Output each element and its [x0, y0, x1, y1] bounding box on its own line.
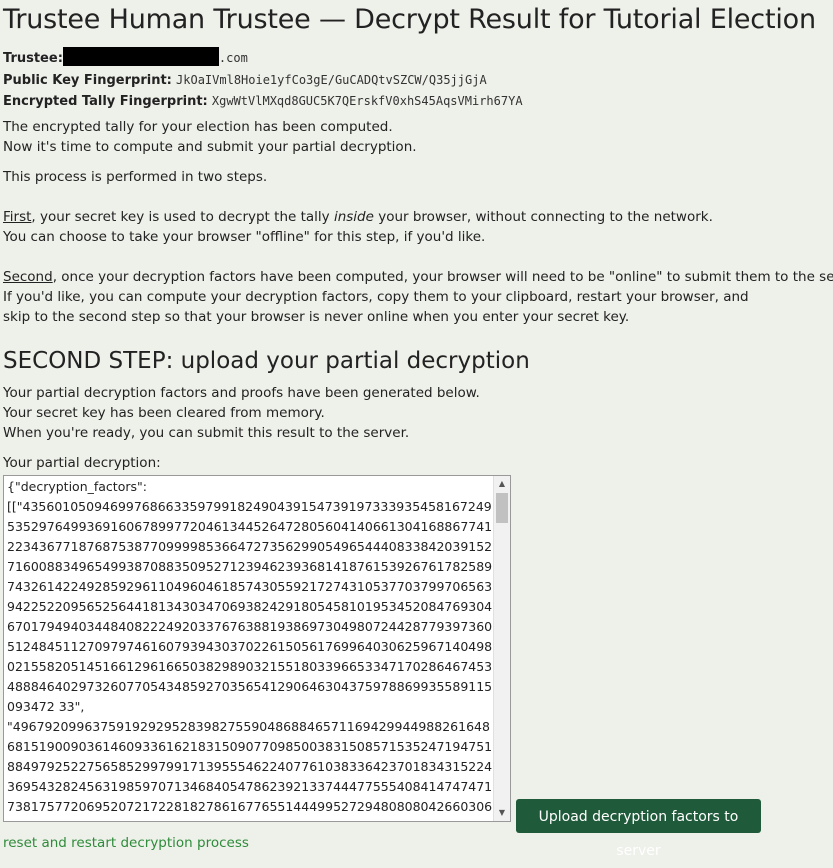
first-word: First: [3, 209, 32, 225]
first-emphasis: inside: [333, 209, 374, 225]
scroll-up-icon[interactable]: ▲: [494, 476, 510, 492]
reset-link[interactable]: reset and restart decryption process: [3, 833, 249, 853]
step2-line-3: When you're ready, you can submit this r…: [3, 425, 410, 441]
second-word: Second: [3, 269, 53, 285]
second-step-line: Second, once your decryption factors hav…: [3, 267, 833, 287]
first-text-b: your browser, without connecting to the …: [373, 209, 713, 225]
partial-decryption-label: Your partial decryption:: [3, 455, 161, 471]
scroll-down-icon[interactable]: ▼: [494, 805, 510, 821]
intro-line-2: Now it's time to compute and submit your…: [3, 139, 417, 155]
redacted-email: [62, 47, 219, 66]
pk-fingerprint-value: JkOaIVml8Hoie1yfCo3gE/GuCADQtvSZCW/Q35jj…: [176, 72, 487, 87]
partial-decryption-text: {"decryption_factors": [["43560105094699…: [7, 479, 493, 821]
intro-line-3: This process is performed in two steps.: [3, 169, 268, 185]
first-step-line-2: You can choose to take your browser "off…: [3, 229, 486, 245]
second-step-line-2: If you'd like, you can compute your decr…: [3, 289, 749, 305]
tally-fingerprint-label: Encrypted Tally Fingerprint:: [3, 94, 208, 109]
trustee-info: Trustee: .com Public Key Fingerprint: JkO…: [3, 47, 523, 113]
textarea-scrollbar[interactable]: ▲ ▼: [493, 476, 510, 821]
trustee-email-suffix: .com: [218, 51, 248, 65]
partial-decryption-textarea[interactable]: {"decryption_factors": [["43560105094699…: [3, 475, 511, 822]
tally-fingerprint-row: Encrypted Tally Fingerprint: XgwWtVlMXqd…: [3, 91, 523, 113]
page-title: Trustee Human Trustee — Decrypt Result f…: [3, 4, 816, 35]
step2-line-2: Your secret key has been cleared from me…: [3, 405, 325, 421]
step2-line-1: Your partial decryption factors and proo…: [3, 385, 480, 401]
second-step-line-3: skip to the second step so that your bro…: [3, 309, 630, 325]
second-step-heading: SECOND STEP: upload your partial decrypt…: [3, 348, 530, 374]
upload-button[interactable]: Upload decryption factors to server: [516, 799, 761, 859]
scrollbar-thumb[interactable]: [496, 493, 508, 523]
second-text-a: , once your decryption factors have been…: [52, 269, 833, 285]
trustee-label: Trustee:: [3, 51, 63, 66]
trustee-row: Trustee: .com: [3, 47, 523, 70]
pk-fingerprint-row: Public Key Fingerprint: JkOaIVml8Hoie1yf…: [3, 70, 523, 92]
first-step-line: First, your secret key is used to decryp…: [3, 207, 713, 227]
intro-line-1: The encrypted tally for your election ha…: [3, 119, 393, 135]
tally-fingerprint-value: XgwWtVlMXqd8GUC5K7QErskfV0xhS45AqsVMirh6…: [211, 94, 523, 108]
pk-fingerprint-label: Public Key Fingerprint:: [3, 72, 172, 88]
first-text-a: , your secret key is used to decrypt the…: [31, 209, 334, 225]
